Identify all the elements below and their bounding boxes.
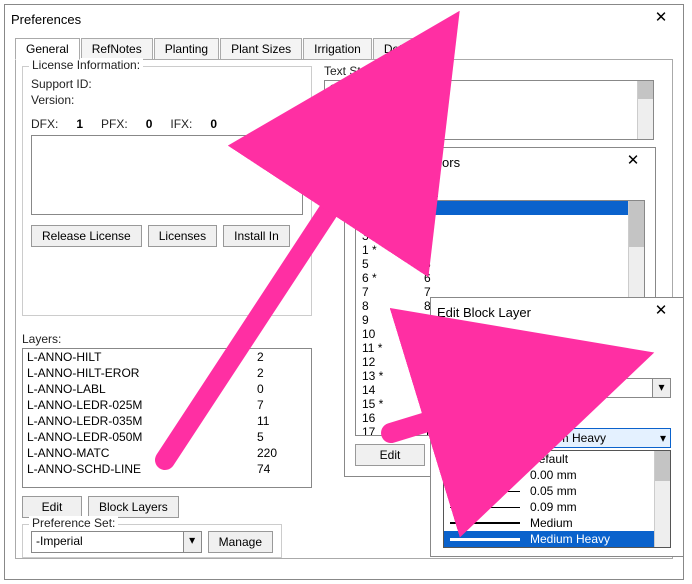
edit-block-layer-window: Edit Block Layer ✕ Default Color: 1 Chan… [430,297,684,557]
btn-block-layers[interactable]: Block Layers [88,496,179,518]
window-title: Block Layer Colors [351,155,617,170]
license-message-box[interactable] [31,135,303,215]
block-color-row[interactable]: 3 *3 [356,229,644,243]
label-from: From: [361,186,423,200]
lineweight-selected-label: Medium Heavy [526,431,606,445]
group-title-prefset: Preference Set: [29,516,118,530]
group-prefset: Preference Set: -Imperial ▾ Manage [22,524,282,558]
lineweight-dropdown[interactable]: Default0.00 mm0.05 mm0.09 mmMediumMedium… [443,450,671,548]
layer-row[interactable]: L-ANNO-SCHD-LINE74 [23,461,311,477]
textstyle-item[interactable]: CALLOUT TEXT [325,97,653,113]
lineweight-option[interactable]: 0.00 mm [444,467,670,483]
lineweight-option[interactable]: Medium Heavy▾ [444,531,670,547]
textstyle-item[interactable]: DETAIL TEXT [325,129,653,140]
layers-table[interactable]: L-ANNO-HILT2L-ANNO-HILT-EROR2L-ANNO-LABL… [22,348,312,488]
label-change-to: Change to: [443,362,502,376]
tab-details[interactable]: Details [373,38,432,60]
lineweight-option[interactable]: Medium [444,515,670,531]
scrollbar[interactable] [637,81,653,139]
label-to: To: [423,186,439,200]
tab-refnotes[interactable]: RefNotes [81,38,153,60]
block-color-row[interactable]: 6 *6 [356,271,644,285]
textstyle-item[interactable]: CALLOUT TITLE [325,113,653,129]
tab-irrigation[interactable]: Irrigation [303,38,372,60]
textstyles-area: Text Styles: CALLOUT LIGHTCALLOUT TEXTCA… [324,64,654,140]
btn-blc-edit[interactable]: Edit [355,444,425,466]
window-title: Edit Block Layer [437,305,645,320]
chevron-down-icon[interactable]: ▾ [653,378,671,398]
lineweight-option[interactable]: 0.05 mm [444,483,670,499]
lineweight-select[interactable]: Medium Heavy ▾ [443,428,671,448]
titlebar: Block Layer Colors ✕ [345,148,655,176]
color-select-label: Red [468,381,490,395]
close-icon[interactable]: ✕ [645,300,677,324]
value-ifx: 0 [210,117,217,131]
window-title: Preferences [11,12,645,27]
label-support-id: Support ID: [31,77,92,91]
label-layers: Layers: [22,332,61,346]
label-version: Version: [31,93,74,107]
titlebar: Preferences ✕ [5,5,683,33]
label-default-color: Default Color: [443,340,516,354]
block-color-row[interactable]: 1 *1 [356,201,644,215]
tab-general[interactable]: General [15,38,80,60]
group-license: License Information: Support ID: Version… [22,66,312,316]
chevron-down-icon[interactable]: ▾ [660,431,666,445]
textstyle-item[interactable]: CALLOUT LIGHT [325,81,653,97]
value-dfx: 1 [76,117,83,131]
titlebar: Edit Block Layer ✕ [431,298,683,326]
layer-row[interactable]: L-ANNO-MATC220 [23,445,311,461]
layer-row[interactable]: L-ANNO-LEDR-025M7 [23,397,311,413]
btn-release-license[interactable]: Release License [31,225,142,247]
block-color-row[interactable]: 1 *4 [356,243,644,257]
layer-row[interactable]: L-ANNO-HILT-EROR2 [23,365,311,381]
color-swatch-red [448,381,462,395]
value-pfx: 0 [146,117,153,131]
lineweight-option[interactable]: Default [444,451,670,467]
layer-row[interactable]: L-ANNO-LEDR-035M11 [23,413,311,429]
label-ifx: IFX: [170,117,192,131]
layer-row[interactable]: L-ANNO-HILT2 [23,349,311,365]
prefset-select[interactable]: -Imperial [31,531,184,553]
close-icon[interactable]: ✕ [617,150,649,174]
lineweight-sample-icon [448,437,518,440]
block-color-row[interactable]: 22 [356,215,644,229]
label-textstyles: Text Styles: [324,64,385,78]
color-select[interactable]: Red [443,378,653,398]
group-title-license: License Information: [29,58,143,72]
close-icon[interactable]: ✕ [645,7,677,31]
block-color-row[interactable]: 55 [356,257,644,271]
btn-layers-edit[interactable]: Edit [22,496,82,518]
btn-licenses[interactable]: Licenses [148,225,217,247]
textstyles-list[interactable]: CALLOUT LIGHTCALLOUT TEXTCALLOUT TITLEDE… [324,80,654,140]
layer-row[interactable]: L-ANNO-LABL0 [23,381,311,397]
tab-planting[interactable]: Planting [154,38,219,60]
scrollbar[interactable] [654,451,670,547]
tab-strip: GeneralRefNotesPlantingPlant SizesIrriga… [15,37,673,59]
btn-manage-prefset[interactable]: Manage [208,531,273,553]
label-pfx: PFX: [101,117,128,131]
layers-area: Layers: L-ANNO-HILT2L-ANNO-HILT-EROR2L-A… [22,332,312,520]
label-dfx: DFX: [31,117,58,131]
tab-plant-sizes[interactable]: Plant Sizes [220,38,302,60]
lineweight-option[interactable]: 0.09 mm [444,499,670,515]
value-default-color: 1 [526,338,556,356]
btn-install-info[interactable]: Install In [223,225,290,247]
chevron-down-icon[interactable]: ▾ [184,531,202,553]
layer-row[interactable]: L-ANNO-LEDR-050M5 [23,429,311,445]
